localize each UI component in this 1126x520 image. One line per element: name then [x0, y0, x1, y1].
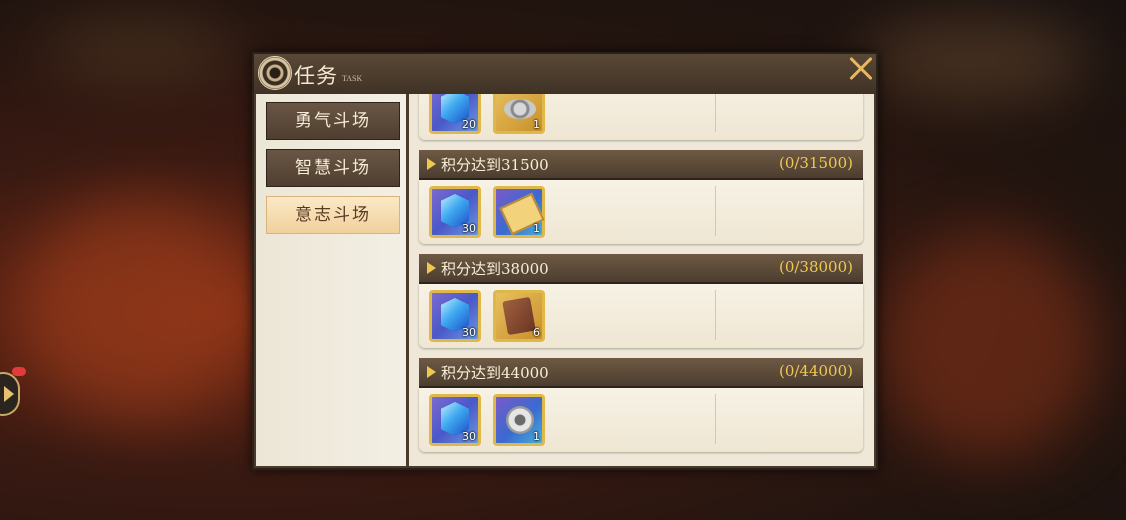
task-card: 20 1: [419, 94, 863, 140]
task-rewards: 30 1: [419, 388, 863, 452]
task-rewards: 30 6: [419, 284, 863, 348]
reward-count: 1: [533, 222, 540, 235]
task-name: 积分达到44000: [441, 364, 549, 382]
close-icon[interactable]: [844, 52, 878, 86]
task-progress: (0/31500): [778, 154, 853, 172]
emblem-icon: [258, 56, 292, 90]
task-rewards: 20 1: [419, 94, 863, 140]
reward-item[interactable]: 1: [493, 394, 545, 446]
divider: [715, 394, 716, 444]
task-rewards: 30 1: [419, 180, 863, 244]
tab-wisdom-arena[interactable]: 智慧斗场: [266, 149, 400, 187]
reward-item[interactable]: 6: [493, 290, 545, 342]
reward-count: 6: [533, 326, 540, 339]
tab-courage-arena[interactable]: 勇气斗场: [266, 102, 400, 140]
task-progress: (0/38000): [778, 258, 853, 276]
task-card: 积分达到44000 (0/44000) 30 1: [419, 358, 863, 452]
task-header: 积分达到44000 (0/44000): [419, 358, 863, 388]
divider: [715, 290, 716, 340]
triangle-arrow-icon: [427, 262, 436, 274]
reward-item[interactable]: 1: [493, 186, 545, 238]
task-list[interactable]: 20 1 积分达到31500 (0/31500) 30 1 积分达到38000 …: [409, 94, 874, 466]
divider: [715, 186, 716, 236]
notification-badge: [12, 367, 26, 376]
task-dialog: 任务 TASK 勇气斗场 智慧斗场 意志斗场 20 1 积分达到31500 (0…: [252, 52, 878, 470]
divider: [715, 94, 716, 132]
leather-book-icon: [502, 296, 536, 336]
task-card: 积分达到31500 (0/31500) 30 1: [419, 150, 863, 244]
play-arrow-icon: [4, 386, 14, 402]
task-name: 积分达到38000: [441, 260, 549, 278]
triangle-arrow-icon: [427, 158, 436, 170]
side-expand-button[interactable]: [0, 372, 20, 416]
dialog-title: 任务: [294, 64, 338, 88]
tab-sidebar: 勇气斗场 智慧斗场 意志斗场: [256, 94, 406, 466]
reward-item[interactable]: 30: [429, 186, 481, 238]
reward-item[interactable]: 30: [429, 394, 481, 446]
background-glow: [40, 20, 240, 80]
reward-count: 1: [533, 118, 540, 131]
background-glow: [860, 20, 1090, 100]
reward-count: 1: [533, 430, 540, 443]
reward-item[interactable]: 1: [493, 94, 545, 134]
reward-count: 30: [462, 430, 476, 443]
dialog-subtitle: TASK: [342, 74, 363, 83]
silver-gear-icon: [506, 406, 534, 434]
task-card: 积分达到38000 (0/38000) 30 6: [419, 254, 863, 348]
triangle-arrow-icon: [427, 366, 436, 378]
silver-coins-icon: [504, 99, 536, 119]
reward-count: 30: [462, 326, 476, 339]
reward-item[interactable]: 30: [429, 290, 481, 342]
task-progress: (0/44000): [778, 362, 853, 380]
task-name: 积分达到31500: [441, 156, 549, 174]
reward-item[interactable]: 20: [429, 94, 481, 134]
background-glow: [20, 200, 260, 420]
background-glow: [880, 230, 1100, 460]
dialog-header: 任务 TASK: [254, 54, 876, 94]
reward-count: 30: [462, 222, 476, 235]
reward-count: 20: [462, 118, 476, 131]
tab-will-arena[interactable]: 意志斗场: [266, 196, 400, 234]
task-header: 积分达到38000 (0/38000): [419, 254, 863, 284]
task-header: 积分达到31500 (0/31500): [419, 150, 863, 180]
